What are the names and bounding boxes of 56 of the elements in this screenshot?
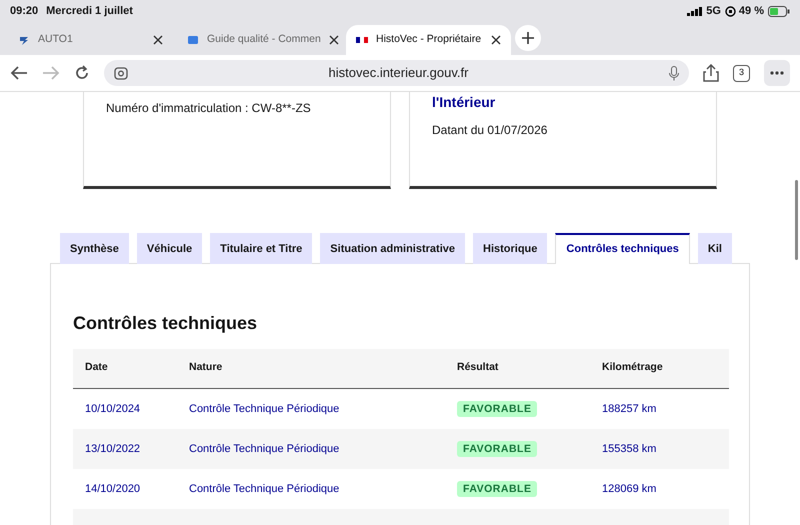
section-tab[interactable]: Titulaire et Titre	[210, 233, 312, 264]
close-icon[interactable]	[153, 35, 163, 45]
new-tab-button[interactable]	[515, 25, 541, 51]
more-button[interactable]	[764, 60, 790, 86]
signal-icon	[687, 6, 704, 16]
section-tab[interactable]: Historique	[473, 233, 548, 264]
table-link[interactable]: Contrôle Technique Périodique	[189, 483, 340, 496]
section-heading: Contrôles techniques	[73, 312, 258, 335]
result-badge: FAVORABLE	[457, 401, 538, 418]
table-link[interactable]: 128069 km	[602, 483, 656, 496]
section-tab[interactable]: Véhicule	[136, 233, 202, 264]
table-link[interactable]: 10/10/2024	[85, 403, 140, 416]
microphone-icon[interactable]	[669, 66, 679, 80]
share-icon[interactable]	[703, 64, 719, 82]
column-header: Kilométrage	[602, 360, 664, 376]
browser-tab[interactable]: HistoVec - Propriétaire	[346, 25, 511, 55]
plus-icon	[522, 32, 534, 44]
table-link[interactable]: 14/10/2020	[85, 483, 140, 496]
flag-icon	[356, 34, 368, 46]
reload-icon[interactable]	[74, 65, 90, 81]
back-icon[interactable]	[10, 66, 28, 80]
section-tab[interactable]: Situation administrative	[320, 233, 465, 264]
tab-count[interactable]: 3	[733, 64, 750, 82]
orientation-lock-icon	[724, 6, 736, 16]
close-icon[interactable]	[328, 35, 339, 45]
result-badge: FAVORABLE	[457, 441, 538, 458]
more-icon	[770, 71, 784, 75]
table-link[interactable]: 188257 km	[602, 403, 656, 416]
card-title: l'Intérieur	[432, 93, 496, 112]
table-link[interactable]: Contrôle Technique Périodique	[189, 443, 340, 456]
table-link[interactable]: 13/10/2022	[85, 443, 140, 456]
table-link[interactable]: 155358 km	[602, 443, 656, 456]
tab-title: Guide qualité - Commen	[207, 32, 321, 48]
browser-tab[interactable]: AUTO1	[8, 25, 173, 55]
network-label: 5G	[706, 4, 721, 19]
column-header: Résultat	[457, 360, 500, 376]
column-header: Date	[84, 360, 109, 376]
app-logo-icon	[18, 34, 30, 46]
status-date: Mercredi 1 juillet	[46, 4, 133, 19]
battery-level: 49 %	[738, 4, 764, 19]
section-tab[interactable]: Synthèse	[60, 233, 129, 264]
close-icon[interactable]	[491, 35, 501, 45]
section-tab[interactable]: Kil	[698, 233, 732, 264]
status-time: 09:20	[10, 4, 38, 19]
lens-icon[interactable]	[114, 66, 128, 80]
card-text: Numéro d'immatriculation : CW-8**-ZS	[106, 100, 312, 117]
battery-icon	[768, 6, 790, 16]
section-tab[interactable]: Contrôles techniques	[555, 233, 690, 264]
column-header: Nature	[189, 360, 224, 376]
document-icon	[187, 34, 199, 46]
table-link[interactable]: Contrôle Technique Périodique	[189, 403, 340, 416]
result-badge: FAVORABLE	[457, 481, 538, 498]
tab-title: HistoVec - Propriétaire	[376, 32, 482, 48]
browser-tab[interactable]: Guide qualité - Commen	[177, 25, 342, 55]
tab-title: AUTO1	[38, 32, 74, 48]
card-text: Datant du 01/07/2026	[432, 122, 548, 139]
